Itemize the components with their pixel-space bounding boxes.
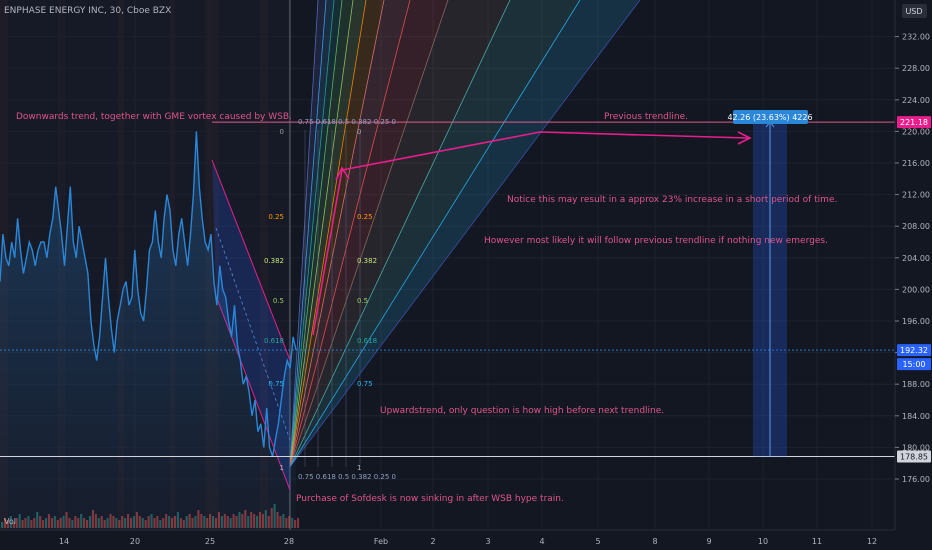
fib-label-left: 0.25 bbox=[268, 213, 284, 221]
fib-label-left: 0 bbox=[280, 128, 284, 136]
time-tick-label: 5 bbox=[595, 537, 600, 546]
price-tick-label: 212.00 bbox=[902, 191, 930, 200]
time-tick-label: 28 bbox=[284, 537, 294, 546]
price-tick-label: 232.00 bbox=[902, 33, 930, 42]
price-tick-label: 196.00 bbox=[902, 317, 930, 326]
annotation-however[interactable]: However most likely it will follow previ… bbox=[484, 236, 828, 246]
fib-label-right: 1 bbox=[357, 464, 361, 472]
annotation-previous-trendline[interactable]: Previous trendline. bbox=[604, 112, 688, 122]
projection-box[interactable] bbox=[753, 121, 787, 457]
annotation-downtrend[interactable]: Downwards trend, together with GME vorte… bbox=[16, 112, 292, 122]
annotation-upward[interactable]: Upwardstrend, only question is how high … bbox=[380, 406, 664, 416]
countdown-badge-text: 15:00 bbox=[902, 360, 925, 369]
fib-label-right: 0.5 bbox=[357, 297, 368, 305]
fib-label-right: 0.25 bbox=[357, 213, 373, 221]
price-tick-label: 176.00 bbox=[902, 475, 930, 484]
annotation-notice[interactable]: Notice this may result in a approx 23% i… bbox=[507, 195, 837, 205]
time-tick-label: 25 bbox=[205, 537, 215, 546]
fib-row-top: 0.75 0.618 0.5 0.382 0.25 0 bbox=[298, 118, 396, 126]
time-tick-label: 20 bbox=[130, 537, 140, 546]
volume-label: Vol bbox=[4, 517, 16, 526]
time-tick-label: 14 bbox=[59, 537, 69, 546]
fib-label-left: 0.75 bbox=[268, 380, 284, 388]
price-tick-label: 184.00 bbox=[902, 412, 930, 421]
time-tick-label: 12 bbox=[867, 537, 877, 546]
time-tick-label: 8 bbox=[652, 537, 657, 546]
fib-label-left: 0.382 bbox=[264, 257, 284, 265]
time-tick-label: Feb bbox=[374, 537, 388, 546]
price-tick-label: 228.00 bbox=[902, 64, 930, 73]
fib-label-left: 1 bbox=[280, 464, 284, 472]
price-axis[interactable]: 232.00 228.00 224.00 220.00 216.00 212.00 208.… bbox=[895, 33, 931, 484]
price-tick-label: 216.00 bbox=[902, 159, 930, 168]
fib-row-bottom: 0.75 0.618 0.5 0.382 0.25 0 bbox=[298, 473, 396, 481]
time-tick-label: 3 bbox=[485, 537, 490, 546]
price-tick-label: 220.00 bbox=[902, 127, 930, 136]
time-tick-label: 4 bbox=[539, 537, 544, 546]
chart-root: 0 0 0.25 0.25 0.382 0.382 0.5 0.5 0.618 0.618 0.75… bbox=[0, 0, 932, 550]
price-tick-label: 208.00 bbox=[902, 222, 930, 231]
chart-title: ENPHASE ENERGY INC, 30, Cboe BZX bbox=[4, 6, 171, 16]
time-tick-label: 11 bbox=[812, 537, 822, 546]
time-tick-label: 2 bbox=[430, 537, 435, 546]
fib-label-right: 0.618 bbox=[357, 337, 377, 345]
fib-label-left: 0.618 bbox=[264, 337, 284, 345]
fib-label-right: 0 bbox=[357, 128, 361, 136]
price-chart[interactable]: 0 0 0.25 0.25 0.382 0.382 0.5 0.5 0.618 0.618 0.75… bbox=[0, 0, 932, 550]
price-tick-label: 224.00 bbox=[902, 96, 930, 105]
time-tick-label: 9 bbox=[706, 537, 711, 546]
volume-bar bbox=[297, 518, 300, 528]
time-tick-label: 10 bbox=[758, 537, 768, 546]
projection-label: 42.26 (23.63%) 4226 bbox=[727, 113, 812, 122]
currency-label: USD bbox=[905, 7, 922, 16]
price-tick-label: 200.00 bbox=[902, 285, 930, 294]
low-price-badge-text: 178.85 bbox=[900, 452, 928, 461]
fib-label-right: 0.382 bbox=[357, 257, 377, 265]
fib-label-left: 0.5 bbox=[273, 297, 284, 305]
fib-label-right: 0.75 bbox=[357, 380, 373, 388]
current-price-badge-text: 192.32 bbox=[900, 346, 928, 355]
price-tick-label: 188.00 bbox=[902, 380, 930, 389]
time-axis[interactable]: 14 20 25 28 Feb 2 3 4 5 8 9 10 11 12 bbox=[59, 537, 877, 546]
price-tick-label: 204.00 bbox=[902, 254, 930, 263]
trendline-price-badge-text: 221.18 bbox=[900, 118, 928, 127]
annotation-purchase[interactable]: Purchase of Sofdesk is now sinking in af… bbox=[296, 494, 564, 504]
